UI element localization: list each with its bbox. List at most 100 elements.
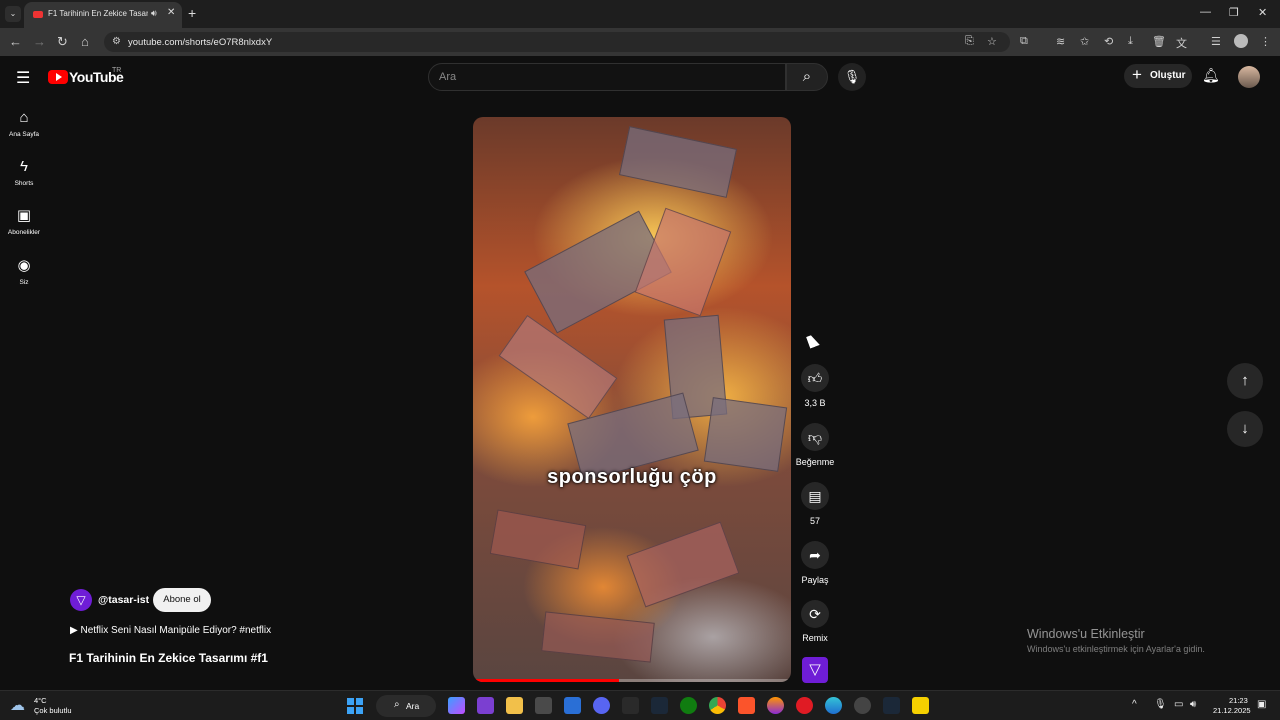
install-app-icon[interactable]: ⎘ bbox=[965, 35, 974, 48]
tab-search-dropdown-icon[interactable]: ⌄ bbox=[5, 6, 21, 22]
edge-icon[interactable] bbox=[825, 697, 842, 714]
reading-list-icon[interactable]: ☰ bbox=[1211, 35, 1221, 48]
sidebar-item-home[interactable]: ⌂ Ana Sayfa bbox=[0, 108, 48, 152]
audio-playing-icon[interactable]: 🔊︎ bbox=[151, 8, 157, 19]
address-bar[interactable]: ⚙ youtube.com/shorts/eO7R8nlxdxY bbox=[104, 32, 1010, 52]
sidebar-item-label: Shorts bbox=[14, 180, 34, 187]
hamburger-menu-icon[interactable]: ☰ bbox=[16, 68, 30, 88]
tray-network-icon[interactable]: ▭ bbox=[1174, 699, 1183, 710]
history-icon[interactable]: ⟲ bbox=[1104, 35, 1113, 48]
previous-video-button[interactable]: ↑ bbox=[1227, 363, 1263, 399]
video-frame-detail bbox=[489, 509, 587, 570]
channel-avatar[interactable]: ▽ bbox=[70, 589, 92, 611]
search-button[interactable]: ⌕ bbox=[786, 63, 828, 91]
epic-games-icon[interactable] bbox=[622, 697, 639, 714]
video-progress-bar[interactable] bbox=[473, 679, 791, 682]
comments-button[interactable]: ▤ bbox=[801, 482, 829, 510]
voice-search-button[interactable]: 🎙︎ bbox=[838, 63, 866, 91]
home-browser-icon[interactable]: ⌂ bbox=[81, 34, 89, 49]
mouse-cursor-icon bbox=[806, 333, 820, 349]
thumbs-up-icon: 👍︎ bbox=[807, 370, 823, 386]
favorites-icon[interactable]: ✩ bbox=[1080, 35, 1089, 48]
steam-alt-icon[interactable] bbox=[883, 697, 900, 714]
video-title[interactable]: F1 Tarihinin En Zekice Tasarımı #f1 bbox=[69, 651, 268, 665]
discord-icon[interactable] bbox=[593, 697, 610, 714]
chrome-icon[interactable] bbox=[709, 697, 726, 714]
teams-icon[interactable] bbox=[477, 697, 494, 714]
extensions-icon[interactable]: ⧉ bbox=[1020, 35, 1028, 48]
search-icon: ⌕ bbox=[394, 699, 400, 710]
subscriptions-icon: ▣ bbox=[16, 207, 32, 224]
subscribe-button[interactable]: Abone ol bbox=[153, 588, 211, 612]
search-input[interactable] bbox=[439, 69, 769, 85]
weather-cloud-icon[interactable]: ☁ bbox=[10, 696, 25, 714]
clock-date[interactable]: 21.12.2025 bbox=[1213, 706, 1251, 715]
create-button[interactable]: + Oluştur bbox=[1124, 64, 1192, 88]
xbox-icon[interactable] bbox=[680, 697, 697, 714]
browser-profile-avatar[interactable] bbox=[1234, 34, 1248, 48]
taskbar-search[interactable]: ⌕ Ara bbox=[376, 695, 436, 717]
url-text[interactable]: youtube.com/shorts/eO7R8nlxdxY bbox=[128, 37, 272, 48]
outlook-icon[interactable] bbox=[564, 697, 581, 714]
restore-window-icon[interactable]: ❐ bbox=[1229, 6, 1239, 19]
weather-temperature[interactable]: 4°C bbox=[34, 696, 47, 705]
next-video-button[interactable]: ↓ bbox=[1227, 411, 1263, 447]
sidebar-item-label: Siz bbox=[19, 279, 29, 286]
brave-icon[interactable] bbox=[738, 697, 755, 714]
tray-volume-icon[interactable]: 🔊︎ bbox=[1190, 699, 1196, 710]
dislike-button[interactable]: 👎︎ bbox=[801, 423, 829, 451]
tray-mic-icon[interactable]: 🎙︎ bbox=[1154, 699, 1167, 710]
firefox-icon[interactable] bbox=[767, 697, 784, 714]
clock-time[interactable]: 21:23 bbox=[1229, 696, 1248, 705]
home-icon: ⌂ bbox=[19, 109, 29, 126]
copilot-icon[interactable] bbox=[448, 697, 465, 714]
opera-icon[interactable] bbox=[796, 697, 813, 714]
file-explorer-icon[interactable] bbox=[506, 697, 523, 714]
share-button[interactable]: ➦ bbox=[801, 541, 829, 569]
search-box[interactable] bbox=[428, 63, 786, 91]
video-caption: sponsorluğu çöp bbox=[547, 466, 717, 488]
extension-icon[interactable]: ≋ bbox=[1056, 35, 1065, 48]
back-icon[interactable]: ← bbox=[9, 34, 22, 49]
site-info-icon[interactable]: ⚙ bbox=[112, 36, 121, 47]
video-frame-detail bbox=[619, 126, 737, 198]
channel-handle[interactable]: @tasar-ist bbox=[98, 594, 149, 606]
sidebar-item-you[interactable]: ◉ Siz bbox=[0, 256, 48, 300]
settings-app-icon[interactable] bbox=[854, 697, 871, 714]
start-menu-icon[interactable] bbox=[347, 698, 363, 714]
user-avatar[interactable] bbox=[1238, 66, 1260, 88]
steam-icon[interactable] bbox=[651, 697, 668, 714]
close-window-icon[interactable]: ✕ bbox=[1258, 6, 1267, 19]
forward-icon[interactable]: → bbox=[33, 34, 46, 49]
sidebar-item-shorts[interactable]: ϟ Shorts bbox=[0, 157, 48, 201]
more-menu-icon[interactable]: ⋮ bbox=[1260, 35, 1271, 48]
related-video-link[interactable]: ▶ Netflix Seni Nasıl Manipüle Ediyor? #n… bbox=[70, 625, 271, 636]
minimize-window-icon[interactable]: — bbox=[1200, 6, 1211, 18]
tool-app-icon[interactable] bbox=[912, 697, 929, 714]
weather-description[interactable]: Çok bulutlu bbox=[34, 706, 72, 715]
remix-button[interactable]: ⟳ bbox=[801, 600, 829, 628]
browser-tab[interactable]: F1 Tarihinin En Zekice Tasarımı 🔊︎ ✕ bbox=[24, 2, 182, 28]
close-tab-icon[interactable]: ✕ bbox=[167, 7, 175, 18]
tray-overflow-icon[interactable]: ^ bbox=[1132, 699, 1137, 710]
channel-logo-icon[interactable]: ▽ bbox=[802, 657, 828, 683]
delete-icon[interactable]: 🗑︎ bbox=[1152, 35, 1166, 48]
notifications-bell-icon[interactable]: 🔔︎ bbox=[1202, 67, 1220, 84]
reload-icon[interactable]: ↻ bbox=[57, 34, 68, 50]
sidebar-item-subscriptions[interactable]: ▣ Abonelikler bbox=[0, 206, 48, 250]
like-button[interactable]: 👍︎ bbox=[801, 364, 829, 392]
video-progress-fill bbox=[473, 679, 620, 682]
downloads-icon[interactable]: ⤓ bbox=[1128, 35, 1133, 48]
translate-icon[interactable]: 文 bbox=[1176, 35, 1187, 51]
bookmark-star-icon[interactable]: ☆ bbox=[987, 35, 997, 48]
remix-label: Remix bbox=[802, 633, 828, 643]
store-icon[interactable] bbox=[535, 697, 552, 714]
like-count: 3,3 B bbox=[804, 398, 826, 408]
thumbs-down-icon: 👎︎ bbox=[807, 429, 823, 445]
sidebar-item-label: Ana Sayfa bbox=[9, 131, 39, 138]
notification-center-icon[interactable]: ▣ bbox=[1257, 699, 1266, 710]
shorts-video-player[interactable]: sponsorluğu çöp bbox=[473, 117, 791, 682]
search-icon: ⌕ bbox=[802, 68, 812, 85]
video-frame-detail bbox=[626, 521, 740, 608]
new-tab-icon[interactable]: + bbox=[188, 5, 196, 21]
